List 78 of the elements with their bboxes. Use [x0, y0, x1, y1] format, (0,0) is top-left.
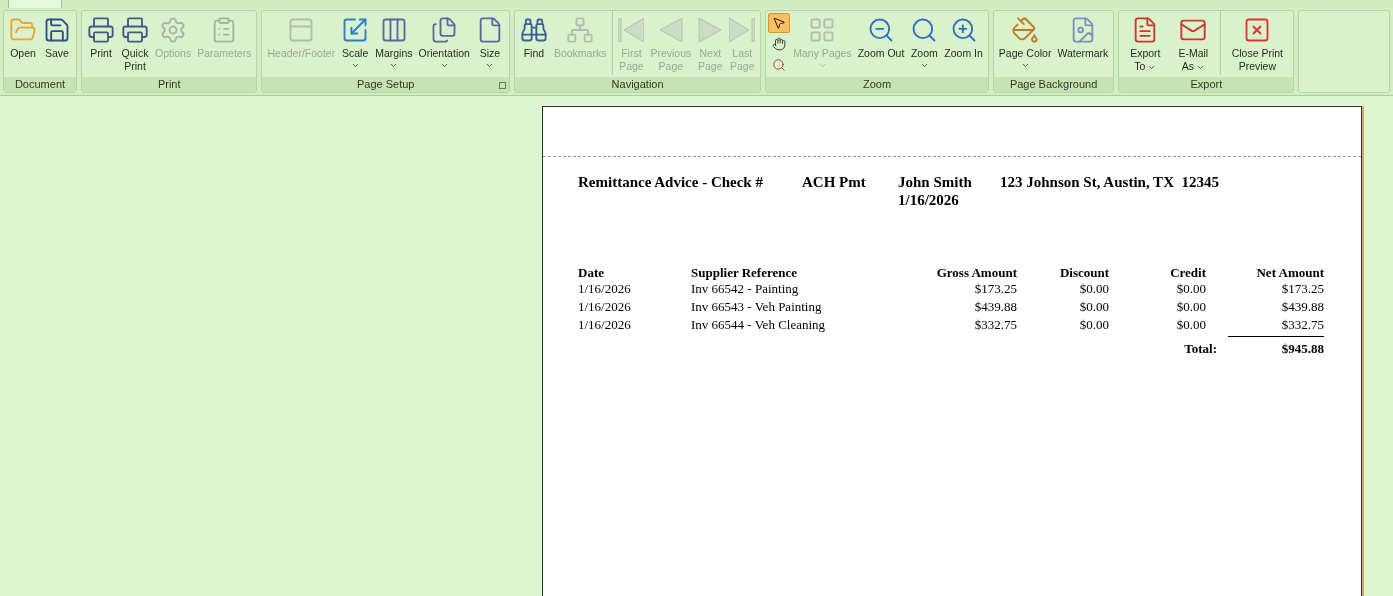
ribbon-button[interactable]: Open: [6, 11, 40, 75]
table-cell-text: $439.88: [1280, 298, 1324, 316]
ribbon-button[interactable]: Watermark: [1054, 11, 1112, 75]
first-icon: [618, 18, 645, 42]
caret-icon: [817, 61, 827, 70]
caret-icon: [1020, 61, 1030, 70]
table-cell-text: $0.00: [1175, 298, 1206, 316]
ribbon-tab[interactable]: [8, 0, 62, 8]
table-cell-text: $173.25: [1280, 280, 1324, 298]
paint-bucket-icon: [1011, 16, 1040, 44]
group-label: Document: [14, 78, 66, 91]
check-number: ACH Pmt: [802, 173, 867, 192]
table-cell-text: $0.00: [1078, 298, 1109, 316]
printer-icon: [121, 16, 149, 44]
table-cell-text: $0.00: [1175, 316, 1206, 334]
ribbon-button[interactable]: Zoom Out: [854, 11, 908, 75]
table-cell-text: $332.75: [1280, 316, 1324, 334]
group-label: Export: [1190, 78, 1223, 91]
ribbon-button[interactable]: Print: [84, 11, 118, 75]
pointer-icon: [772, 16, 787, 30]
caret-icon: [439, 61, 449, 70]
group-label: Page Setup: [356, 78, 415, 91]
column-header: Discount: [1058, 265, 1109, 280]
ribbon-button[interactable]: Find: [516, 11, 551, 75]
table-cell-text: $439.88: [973, 298, 1017, 316]
hand-icon: [772, 37, 787, 51]
ribbon-button[interactable]: Zoom: [907, 11, 942, 75]
group-label: Navigation: [611, 78, 664, 91]
table-cell-text: Inv 66544 - Veh Cleaning: [691, 316, 827, 334]
left-arrow-icon: [657, 18, 684, 42]
payee-address: 123 Johnson St, Austin, TX 12345: [1000, 173, 1219, 192]
report-title: Remittance Advice - Check #: [578, 173, 764, 192]
group-label: Page Background: [1009, 78, 1098, 91]
group-label: Zoom: [863, 78, 892, 91]
ribbon-button[interactable]: Margins: [372, 11, 416, 75]
ribbon-button[interactable]: Export To: [1121, 11, 1170, 75]
hierarchy-icon: [566, 16, 595, 44]
payee-name: John Smith: [898, 173, 973, 191]
table-cell-text: Inv 66542 - Painting: [691, 280, 800, 298]
ribbon-button[interactable]: E-Mail As: [1169, 11, 1218, 75]
caret-icon: [485, 61, 495, 70]
table-cell-text: $0.00: [1078, 316, 1109, 334]
column-header: Supplier Reference: [691, 265, 799, 280]
printer-icon: [87, 16, 115, 44]
zoom-out-icon: [867, 16, 895, 44]
ribbon-button[interactable]: Quick Print: [118, 11, 152, 75]
table-cell-text: 1/16/2026: [578, 298, 632, 316]
table-cell-text: 1/16/2026: [578, 280, 632, 298]
group-label: Print: [157, 78, 181, 91]
total-amount: $945.88: [1228, 336, 1324, 359]
table-cell-text: 1/16/2026: [578, 316, 632, 334]
column-header: Credit: [1169, 265, 1206, 280]
table-cell-text: $0.00: [1175, 280, 1206, 298]
column-header: Gross Amount: [935, 265, 1017, 280]
ribbon-button[interactable]: Save: [40, 11, 74, 75]
column-header: Date: [578, 265, 605, 280]
table-cell-text: $332.75: [973, 316, 1017, 334]
ribbon-button[interactable]: Size: [472, 11, 507, 75]
ribbon-button[interactable]: Zoom In: [941, 11, 986, 75]
caret-icon: [389, 61, 399, 70]
last-icon: [729, 18, 756, 42]
table-cell-text: Inv 66543 - Veh Painting: [691, 298, 823, 316]
search-icon: [772, 58, 787, 72]
tool-button[interactable]: [768, 13, 791, 33]
right-arrow-icon: [697, 18, 724, 42]
report-date: 1/16/2026: [898, 191, 960, 209]
caret-icon: [919, 61, 929, 70]
dialog-launcher-icon[interactable]: [498, 82, 506, 89]
binoculars-icon: [519, 16, 548, 44]
ribbon-button[interactable]: Orientation: [415, 11, 473, 75]
caret-icon: [350, 61, 360, 70]
ribbon-button[interactable]: Scale: [338, 11, 373, 75]
column-header: Net Amount: [1255, 265, 1324, 280]
table-cell-text: $0.00: [1078, 280, 1109, 298]
ribbon-button[interactable]: Close Print Preview: [1220, 11, 1292, 75]
ribbon-button[interactable]: Page Color: [995, 11, 1055, 75]
table-cell-text: $173.25: [973, 280, 1017, 298]
total-label: Total:: [1183, 340, 1217, 358]
